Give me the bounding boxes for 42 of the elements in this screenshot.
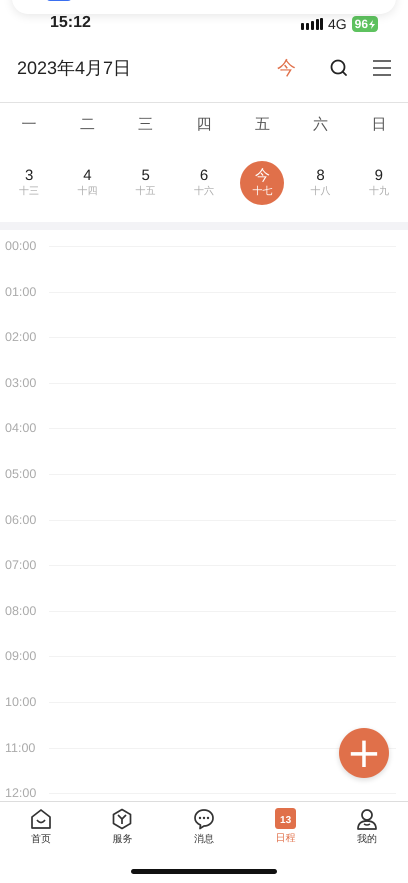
day-cell[interactable]: 6 十六 bbox=[182, 161, 226, 205]
chat-icon bbox=[192, 808, 215, 830]
hour-label: 09:00 bbox=[4, 648, 38, 666]
hour-label: 11:00 bbox=[4, 740, 36, 757]
hour-label: 01:00 bbox=[4, 284, 38, 301]
weekday-label: 日 bbox=[370, 115, 388, 135]
weekday-label: 一 bbox=[20, 115, 38, 135]
day-cell[interactable]: 3 十三 bbox=[7, 161, 52, 205]
cube-icon bbox=[111, 808, 134, 830]
weekday-label: 四 bbox=[195, 115, 212, 135]
day-cell[interactable]: 9 十九 bbox=[356, 161, 401, 205]
hour-label: 10:00 bbox=[4, 694, 38, 711]
hour-label: 00:00 bbox=[4, 238, 38, 255]
hour-label: 04:00 bbox=[4, 420, 38, 438]
tab-item[interactable]: 我的 bbox=[326, 802, 408, 855]
menu-icon[interactable] bbox=[372, 58, 392, 76]
calendar-icon: 13 bbox=[275, 808, 296, 829]
hour-label: 07:00 bbox=[4, 557, 38, 574]
battery-indicator: 96 bbox=[352, 16, 378, 32]
hour-label: 06:00 bbox=[4, 512, 38, 529]
hour-label: 02:00 bbox=[4, 329, 38, 346]
person-icon bbox=[356, 808, 378, 830]
house-icon bbox=[30, 808, 52, 830]
weekday-label: 三 bbox=[137, 115, 154, 135]
hour-label: 08:00 bbox=[4, 602, 38, 620]
tab-item[interactable]: 消息 bbox=[163, 802, 245, 855]
search-icon[interactable] bbox=[330, 58, 348, 76]
tab-item[interactable]: 服务 bbox=[82, 802, 164, 855]
day-cell[interactable]: 8 十八 bbox=[298, 161, 343, 205]
date-title: 2023年4月7日 bbox=[17, 56, 132, 80]
weekday-label: 六 bbox=[312, 115, 330, 135]
day-cell[interactable]: 5 十五 bbox=[124, 161, 168, 205]
tab-item[interactable]: 首页 bbox=[0, 802, 82, 855]
hour-label: 05:00 bbox=[4, 466, 38, 483]
hour-label: 03:00 bbox=[4, 374, 38, 392]
weekday-label: 五 bbox=[254, 115, 271, 135]
status-time: 15:12 bbox=[50, 13, 91, 33]
signal-icon bbox=[300, 18, 323, 30]
hour-label: 12:00 bbox=[4, 785, 38, 801]
day-cell[interactable]: 4 十四 bbox=[65, 161, 110, 205]
weekday-label: 二 bbox=[78, 115, 96, 135]
network-label: 4G bbox=[328, 16, 347, 32]
